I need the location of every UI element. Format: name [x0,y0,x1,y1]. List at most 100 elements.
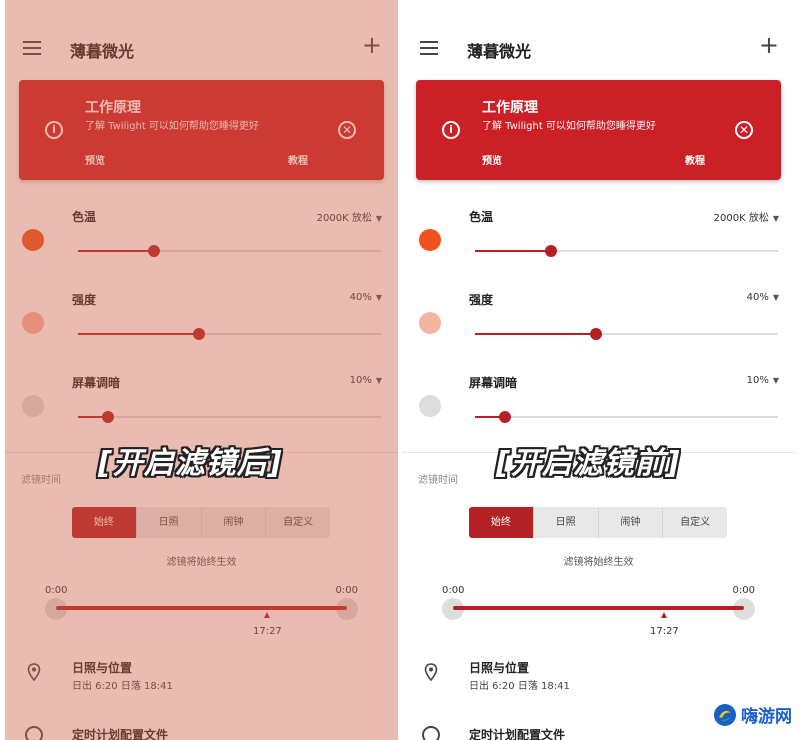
tab-custom[interactable]: 自定义 [663,507,727,538]
row-title: 日照与位置 [72,661,133,675]
current-time: 17:27 [252,626,282,637]
color-temp-dot [419,229,441,251]
setting-intensity: 强度 40% ▼ [402,291,795,361]
setting-color-temp: 色温 2000K 放松 ▼ [5,208,398,278]
schedule-timeline [56,606,347,610]
current-time-marker [263,612,270,618]
section-title: 滤镜时间 [418,475,458,486]
setting-screen-dim: 屏幕调暗 10% ▼ [402,374,795,444]
tab-always[interactable]: 始终 [72,507,137,538]
top-app-bar: 薄暮微光 + [5,30,398,66]
preview-button[interactable]: 预览 [85,152,105,167]
intensity-dot [22,312,44,334]
preview-button[interactable]: 预览 [482,152,502,167]
tab-custom[interactable]: 自定义 [266,507,330,538]
screen-dim-dropdown[interactable]: 10% ▼ [350,375,382,386]
color-temp-slider[interactable] [475,244,778,258]
setting-screen-dim: 屏幕调暗 10% ▼ [5,374,398,444]
row-title: 定时计划配置文件 [469,728,566,740]
hamburger-menu-icon[interactable] [420,41,438,55]
close-icon[interactable]: ✕ [338,121,356,139]
profiles-row[interactable]: 定时计划配置文件 [5,726,398,740]
setting-label: 屏幕调暗 [469,376,518,390]
setting-color-temp: 色温 2000K 放松 ▼ [402,208,795,278]
status-icons: ⊖ ✱ 客 ⁂ K/s ᯤ ▭ [260,0,368,12]
schedule-mode-tabs: 始终 日照 闹钟 自定义 [469,507,727,538]
close-icon[interactable]: ✕ [735,121,753,139]
carrier-time: 中国移动 17:27 [25,0,112,12]
screen-dim-dot [419,395,441,417]
current-time-marker [660,612,667,618]
phone-screen-filter-off: 薄暮微光 + i 工作原理 了解 Twilight 可以如何帮助您睡得更好 ✕ … [402,0,795,740]
tab-alarm[interactable]: 闹钟 [201,507,267,538]
tab-sun[interactable]: 日照 [136,507,202,538]
sun-location-row[interactable]: 日照与位置 日出 6:20 日落 18:41 [402,659,795,699]
intensity-dropdown[interactable]: 40% ▼ [350,292,382,303]
color-temp-dot [22,229,44,251]
profiles-row[interactable]: 定时计划配置文件 [402,726,795,740]
tab-alarm[interactable]: 闹钟 [598,507,664,538]
row-title: 定时计划配置文件 [72,728,169,740]
location-pin-icon [27,663,41,681]
intensity-dot [419,312,441,334]
screen-dim-dropdown[interactable]: 10% ▼ [747,375,779,386]
tab-sun[interactable]: 日照 [533,507,599,538]
row-subtitle: 日出 6:20 日落 18:41 [469,681,570,692]
screen-dim-dot [22,395,44,417]
info-icon: i [442,121,460,139]
alarm-clock-icon [25,726,43,740]
setting-label: 强度 [72,293,97,307]
location-pin-icon [424,663,438,681]
start-time: 0:00 [45,585,68,596]
alarm-clock-icon [422,726,440,740]
card-title: 工作原理 [85,100,141,116]
setting-label: 色温 [72,210,97,224]
intensity-slider[interactable] [78,327,381,341]
hamburger-menu-icon[interactable] [23,41,41,55]
how-it-works-card: i 工作原理 了解 Twilight 可以如何帮助您睡得更好 ✕ 预览 教程 [19,80,384,180]
intensity-dropdown[interactable]: 40% ▼ [747,292,779,303]
logo-mark-icon [714,703,736,726]
schedule-description: 滤镜将始终生效 [563,557,634,568]
how-it-works-card: i 工作原理 了解 Twilight 可以如何帮助您睡得更好 ✕ 预览 教程 [416,80,781,180]
card-subtitle: 了解 Twilight 可以如何帮助您睡得更好 [85,121,259,132]
intensity-slider[interactable] [475,327,778,341]
schedule-description: 滤镜将始终生效 [166,557,237,568]
tutorial-button[interactable]: 教程 [288,152,308,167]
status-bar: 中国移动 17:27 ⊖ ✱ 客 ⁂ K/s ᯤ ▭ [25,0,368,12]
end-time: 0:00 [732,585,755,596]
site-logo: 嗨游网 [713,702,792,727]
end-time: 0:00 [335,585,358,596]
setting-label: 屏幕调暗 [72,376,121,390]
app-title: 薄暮微光 [467,42,532,61]
tab-always[interactable]: 始终 [469,507,534,538]
top-app-bar: 薄暮微光 + [402,30,795,66]
caption-before: [开启滤镜前] [496,446,681,481]
color-temp-dropdown[interactable]: 2000K 放松 ▼ [317,209,382,224]
phone-screen-filter-on: 中国移动 17:27 ⊖ ✱ 客 ⁂ K/s ᯤ ▭ 薄暮微光 + i 工作原理… [5,0,398,740]
setting-label: 色温 [469,210,494,224]
row-subtitle: 日出 6:20 日落 18:41 [72,681,173,692]
caption-after: [开启滤镜后] [98,446,283,481]
logo-text: 嗨游网 [741,707,792,727]
tutorial-button[interactable]: 教程 [685,152,705,167]
schedule-mode-tabs: 始终 日照 闹钟 自定义 [72,507,330,538]
card-subtitle: 了解 Twilight 可以如何帮助您睡得更好 [482,121,656,132]
color-temp-dropdown[interactable]: 2000K 放松 ▼ [714,209,779,224]
schedule-timeline [453,606,744,610]
color-temp-slider[interactable] [78,244,381,258]
screen-dim-slider[interactable] [78,410,381,424]
app-title: 薄暮微光 [70,42,135,61]
add-icon[interactable]: + [362,33,382,57]
card-title: 工作原理 [482,100,538,116]
add-icon[interactable]: + [759,33,779,57]
info-icon: i [45,121,63,139]
setting-intensity: 强度 40% ▼ [5,291,398,361]
row-title: 日照与位置 [469,661,530,675]
sun-location-row[interactable]: 日照与位置 日出 6:20 日落 18:41 [5,659,398,699]
screen-dim-slider[interactable] [475,410,778,424]
section-title: 滤镜时间 [21,475,61,486]
current-time: 17:27 [649,626,679,637]
start-time: 0:00 [442,585,465,596]
setting-label: 强度 [469,293,494,307]
